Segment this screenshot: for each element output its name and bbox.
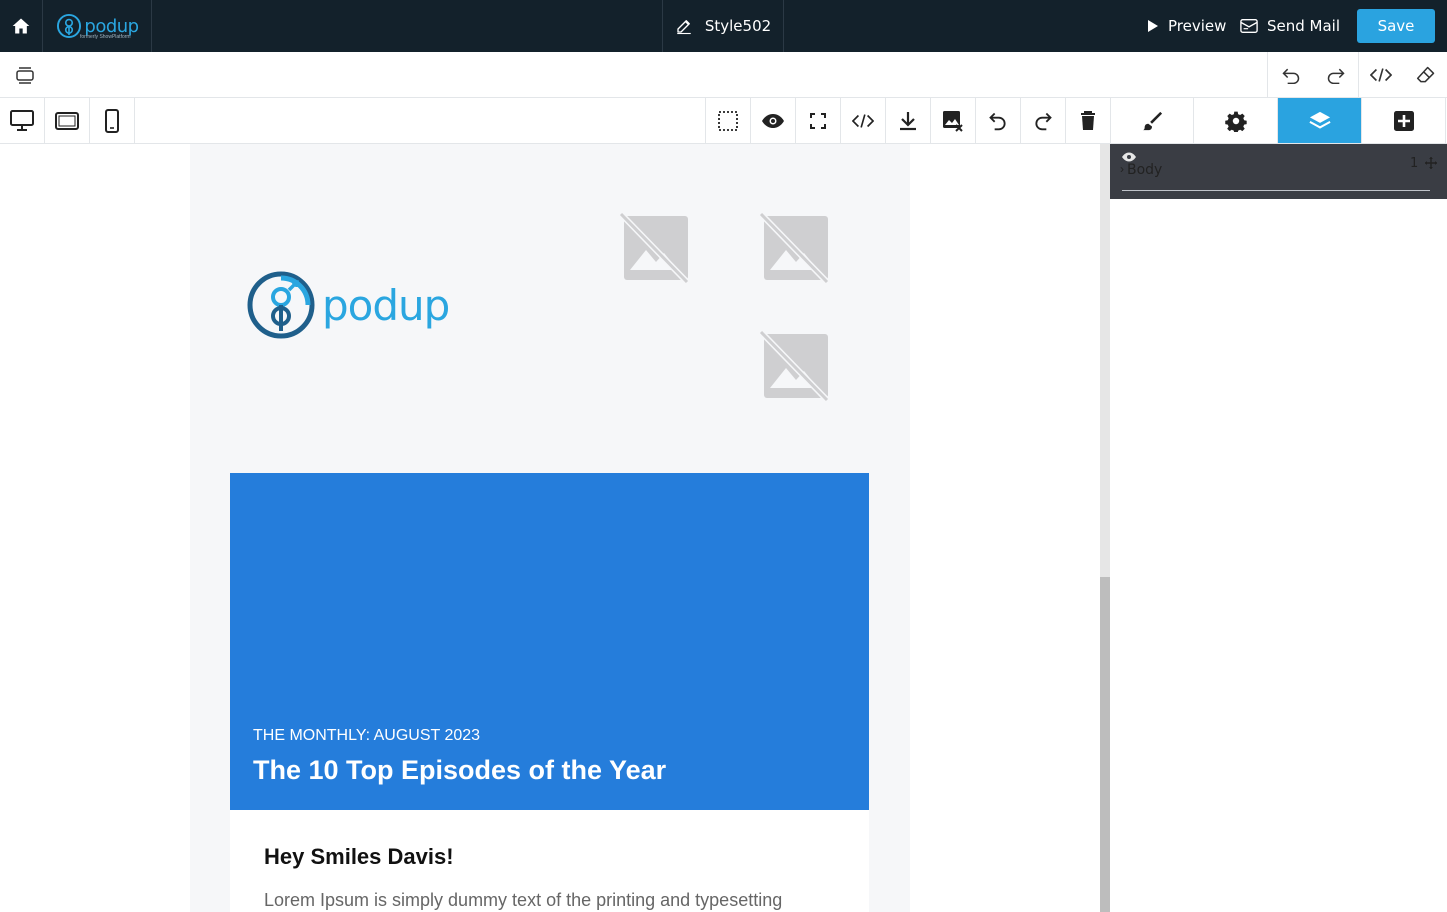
layers-toggle-button[interactable] xyxy=(12,64,38,86)
preview-toggle-button[interactable] xyxy=(751,98,796,143)
home-icon xyxy=(12,18,30,34)
delete-button[interactable] xyxy=(1066,98,1111,143)
image-placeholder[interactable] xyxy=(758,211,832,286)
layer-item[interactable]: › Body 1 xyxy=(1110,144,1447,199)
tab-trait-manager[interactable] xyxy=(1194,98,1278,143)
paintbrush-icon xyxy=(1142,111,1162,130)
tab-layer-manager[interactable] xyxy=(1278,98,1362,143)
greeting-heading: Hey Smiles Davis! xyxy=(264,844,454,869)
broken-image-icon xyxy=(618,211,690,285)
component-outline-button[interactable] xyxy=(706,98,751,143)
eraser-icon xyxy=(1416,66,1434,83)
tab-style-manager[interactable] xyxy=(1110,98,1194,143)
editor-canvas[interactable]: podup THE MONTHLY: AUGUST 2023 The 10 To… xyxy=(0,144,1100,912)
podup-mark-icon xyxy=(247,271,315,339)
remove-images-button[interactable] xyxy=(931,98,976,143)
undo-button[interactable] xyxy=(1268,52,1313,98)
code-icon xyxy=(852,113,874,128)
canvas-scrollbar-thumb[interactable] xyxy=(1100,577,1110,912)
layer-manager-panel: › Body 1 xyxy=(1110,144,1447,912)
fullscreen-icon xyxy=(810,112,826,129)
history-tools xyxy=(1267,52,1447,98)
device-mobile-button[interactable] xyxy=(90,98,135,143)
pencil-icon xyxy=(677,20,691,35)
send-mail-button[interactable]: Send Mail xyxy=(1240,15,1340,37)
device-switcher xyxy=(0,98,135,143)
dashed-square-icon xyxy=(718,110,738,131)
desktop-icon xyxy=(10,109,34,131)
plus-square-icon xyxy=(1393,110,1414,131)
device-desktop-button[interactable] xyxy=(0,98,45,143)
preview-label: Preview xyxy=(1168,17,1227,35)
mobile-icon xyxy=(105,108,119,133)
top-bar: podup formerly ShowPlatform Style502 Pre… xyxy=(0,0,1447,52)
document-title-area[interactable]: Style502 xyxy=(662,0,784,52)
email-logo-wordmark: podup xyxy=(322,280,450,330)
podup-mark-icon xyxy=(57,13,82,39)
device-tablet-button[interactable] xyxy=(45,98,90,143)
hero-headline: The 10 Top Episodes of the Year xyxy=(253,755,667,785)
brand-logo[interactable]: podup formerly ShowPlatform xyxy=(44,0,152,52)
send-mail-label: Send Mail xyxy=(1267,17,1341,35)
eye-icon xyxy=(762,113,784,128)
email-body-section[interactable]: Hey Smiles Davis! Lorem Ipsum is simply … xyxy=(230,810,869,912)
image-remove-icon xyxy=(943,110,963,132)
undo-icon xyxy=(1281,68,1299,84)
clear-canvas-button[interactable] xyxy=(1403,52,1447,98)
home-button[interactable] xyxy=(0,0,43,52)
mail-icon xyxy=(1240,19,1258,33)
document-title: Style502 xyxy=(704,17,772,35)
email-template[interactable]: podup THE MONTHLY: AUGUST 2023 The 10 To… xyxy=(190,144,910,912)
tablet-icon xyxy=(55,111,79,130)
undo-icon xyxy=(989,112,1006,130)
download-button[interactable] xyxy=(886,98,931,143)
fullscreen-button[interactable] xyxy=(796,98,841,143)
email-logo[interactable]: podup xyxy=(246,270,450,340)
visibility-eye-icon[interactable] xyxy=(1122,152,1136,162)
redo-icon xyxy=(1327,68,1345,84)
secondary-toolbar xyxy=(0,52,1447,98)
layers-icon xyxy=(1308,111,1331,129)
download-icon xyxy=(900,111,916,130)
save-button[interactable]: Save xyxy=(1357,9,1435,43)
trash-icon xyxy=(1081,110,1095,130)
redo-button[interactable] xyxy=(1021,98,1066,143)
hero-eyebrow: THE MONTHLY: AUGUST 2023 xyxy=(253,727,481,744)
editor-toolbar xyxy=(0,98,1447,144)
image-placeholder[interactable] xyxy=(618,211,692,286)
broken-image-icon xyxy=(758,329,830,403)
move-handle-icon[interactable] xyxy=(1425,157,1437,169)
redo-icon xyxy=(1035,112,1052,130)
expand-caret-icon[interactable]: › xyxy=(1120,162,1124,176)
layer-divider xyxy=(1122,190,1430,191)
export-code-button[interactable] xyxy=(841,98,886,143)
tab-blocks[interactable] xyxy=(1362,98,1446,143)
code-view-button[interactable] xyxy=(1358,52,1403,98)
hero-banner[interactable]: THE MONTHLY: AUGUST 2023 The 10 Top Epis… xyxy=(230,473,869,810)
code-icon xyxy=(1370,68,1392,82)
play-icon xyxy=(1148,20,1158,32)
gear-icon xyxy=(1224,111,1247,132)
broken-image-icon xyxy=(758,211,830,285)
layer-name: Body xyxy=(1127,162,1163,178)
undo-button[interactable] xyxy=(976,98,1021,143)
body-paragraph: Lorem Ipsum is simply dummy text of the … xyxy=(264,890,783,910)
preview-button[interactable]: Preview xyxy=(1148,15,1226,37)
image-placeholder[interactable] xyxy=(758,329,832,404)
redo-button[interactable] xyxy=(1313,52,1358,98)
brand-subtitle: formerly ShowPlatform xyxy=(80,34,131,40)
canvas-tools xyxy=(705,98,1111,143)
stack-icon xyxy=(16,67,34,84)
panel-tabs xyxy=(1110,98,1446,143)
layer-children-count: 1 xyxy=(1410,156,1419,171)
